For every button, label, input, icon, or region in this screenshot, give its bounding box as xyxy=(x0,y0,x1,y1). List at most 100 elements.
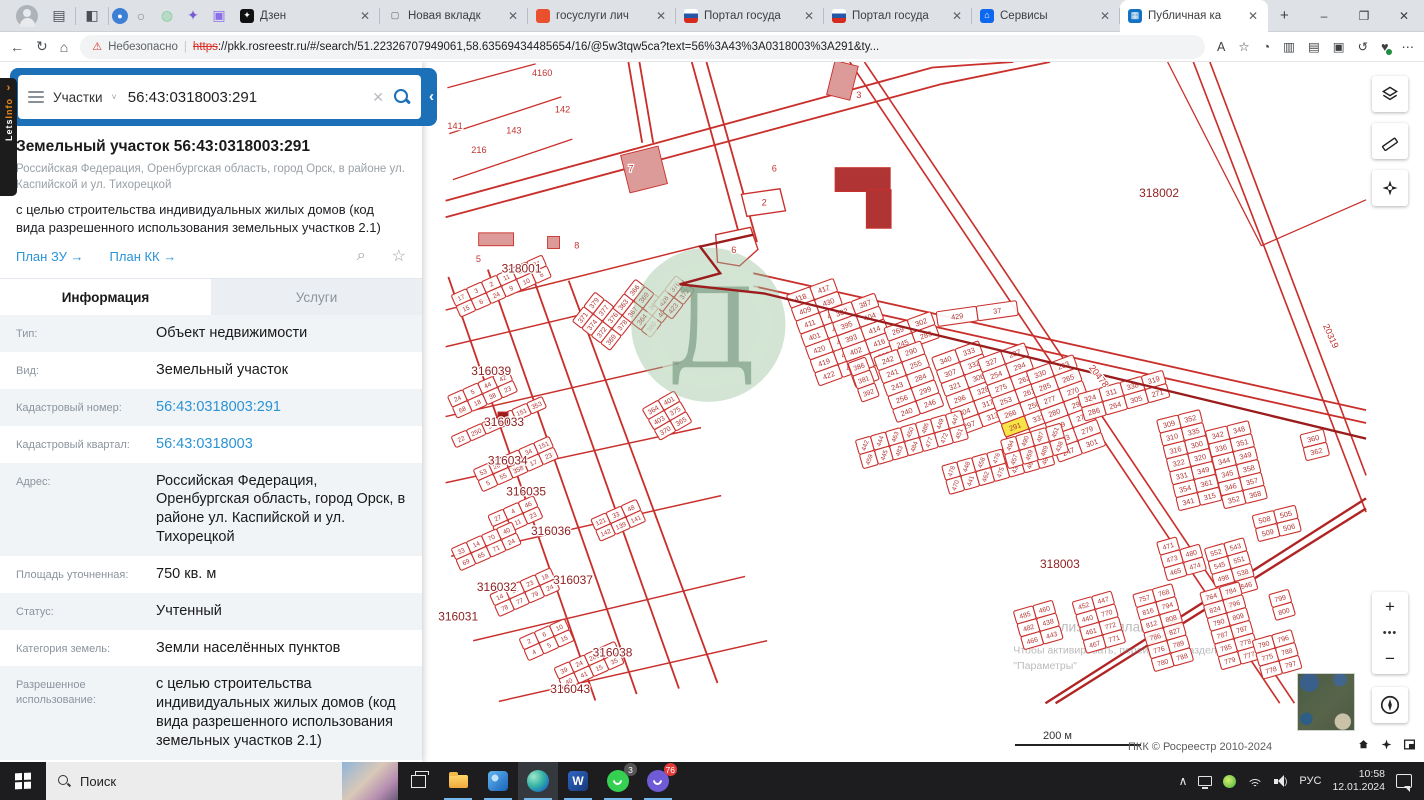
plan-zu-link[interactable]: План ЗУ → xyxy=(16,249,84,264)
history-icon[interactable]: ↺ xyxy=(1358,39,1368,54)
browser-tab-5[interactable]: Портал госуда ✕ xyxy=(824,0,972,32)
layers-button[interactable] xyxy=(1372,76,1408,112)
circle-icon[interactable]: ○ xyxy=(128,3,154,29)
home-map-icon[interactable] xyxy=(1357,738,1370,751)
search-input[interactable] xyxy=(125,87,364,107)
browser-tab-1[interactable]: ✦ Дзен ✕ xyxy=(232,0,380,32)
zoom-in-button[interactable]: + xyxy=(1372,592,1408,622)
url-scheme: https xyxy=(192,40,218,53)
favorite-icon[interactable]: ☆ xyxy=(1238,39,1249,54)
file-explorer-button[interactable] xyxy=(438,762,478,800)
chevron-down-icon[interactable]: ˅ xyxy=(112,92,117,102)
search-category[interactable]: Участки xyxy=(53,90,103,105)
dzen-favicon-icon: ✦ xyxy=(240,8,254,23)
zoom-out-button[interactable]: − xyxy=(1372,644,1408,674)
tab-close-icon[interactable]: ✕ xyxy=(506,9,520,23)
menu-icon[interactable] xyxy=(28,88,44,106)
split-screen-icon[interactable]: ▥ xyxy=(1283,39,1295,54)
sidebar-icon[interactable]: ◧ xyxy=(79,3,105,29)
word-button[interactable]: W xyxy=(558,762,598,800)
display-icon[interactable] xyxy=(1198,776,1213,789)
loop-icon[interactable]: ◍ xyxy=(154,3,180,29)
info-row-label: Кадастровый номер: xyxy=(16,401,122,414)
info-row-value[interactable]: 56:43:0318003:291 xyxy=(156,398,406,417)
task-view-button[interactable] xyxy=(398,762,438,800)
map-label: 316036 xyxy=(531,524,571,538)
info-row: Адрес: Российская Федерация, Оренбургская… xyxy=(0,462,422,556)
minimize-button[interactable]: – xyxy=(1304,0,1344,32)
taskbar-search[interactable]: Поиск xyxy=(46,762,342,800)
browser-tab-6[interactable]: ⌂ Сервисы ✕ xyxy=(972,0,1120,32)
start-button[interactable] xyxy=(0,762,46,800)
preview-icon[interactable]: ⌕ xyxy=(357,247,366,265)
globe-icon[interactable]: ● xyxy=(112,7,128,24)
zoom-levels-button[interactable]: ••• xyxy=(1372,622,1408,644)
letsinfo-ribbon[interactable]: › LetsInfo xyxy=(0,78,17,196)
essentials-icon[interactable]: ♥ xyxy=(1381,40,1393,55)
tray-chevron-icon[interactable]: ∧ xyxy=(1179,774,1188,788)
copilot-icon[interactable]: ◔ xyxy=(1263,40,1271,54)
search-icon xyxy=(57,774,71,788)
back-icon[interactable]: ← xyxy=(10,39,24,55)
clock[interactable]: 10:58 12.01.2024 xyxy=(1332,768,1385,794)
profile-avatar-icon[interactable] xyxy=(16,4,38,27)
browser-tab-2[interactable]: ▢ Новая вкладк ✕ xyxy=(380,0,528,32)
browser-tab-7[interactable]: ▦ Публичная ка ✕ xyxy=(1120,0,1268,32)
tab-close-icon[interactable]: ✕ xyxy=(802,9,816,23)
tab-close-icon[interactable]: ✕ xyxy=(358,9,372,23)
panel-tab-information[interactable]: Информация xyxy=(0,279,211,316)
panel-tab-services[interactable]: Услуги xyxy=(211,279,422,316)
wifi-icon[interactable] xyxy=(1247,775,1264,787)
close-button[interactable]: ✕ xyxy=(1384,0,1424,32)
compass-button[interactable] xyxy=(1372,687,1408,723)
minimap-toggle-icon[interactable] xyxy=(1403,738,1416,751)
parcel-subtitle: Российская Федерация, Оренбургская облас… xyxy=(16,163,405,191)
browser-tab-3[interactable]: госуслуги лич ✕ xyxy=(528,0,676,32)
antivirus-icon[interactable] xyxy=(1223,774,1237,788)
whatsapp-button[interactable]: 3 xyxy=(598,762,638,800)
spark-icon[interactable]: ✦ xyxy=(180,3,206,29)
search-bar: Участки ˅ ✕ ‹ xyxy=(10,68,437,126)
clear-icon[interactable]: ✕ xyxy=(372,89,384,106)
edge-button[interactable] xyxy=(518,762,558,800)
collapse-panel-icon[interactable]: ‹ xyxy=(429,88,434,105)
tab-close-icon[interactable]: ✕ xyxy=(1098,9,1112,23)
newtab-favicon-icon: ▢ xyxy=(390,10,400,20)
browser-tab-strip: ▤ ◧ ● ○ ◍ ✦ ▣ ✦ Дзен ✕ ▢ Новая вкладк ✕ госуслу… xyxy=(0,0,1424,32)
ribbon-brand: LetsInfo xyxy=(3,98,14,142)
collections-icon[interactable]: ▤ xyxy=(1308,39,1320,54)
info-row-value: 750 кв. м xyxy=(156,565,217,582)
language-indicator[interactable]: РУС xyxy=(1299,775,1321,787)
tab-close-icon[interactable]: ✕ xyxy=(1246,9,1260,23)
tab-close-icon[interactable]: ✕ xyxy=(950,9,964,23)
collections-icon[interactable]: ▤ xyxy=(46,3,72,29)
speaker-icon[interactable]: ) xyxy=(1274,775,1288,787)
search-icon[interactable] xyxy=(393,88,411,106)
tab-close-icon[interactable]: ✕ xyxy=(654,9,668,23)
home-icon[interactable]: ⌂ xyxy=(60,39,68,55)
browser-tab-4[interactable]: Портал госуда ✕ xyxy=(676,0,824,32)
system-tray: ∧ ) РУС 10:58 12.01.2024 xyxy=(1179,762,1424,800)
locate-button[interactable] xyxy=(1372,170,1408,206)
restore-button[interactable]: ❐ xyxy=(1344,0,1384,32)
info-row-value[interactable]: 56:43:0318003 xyxy=(156,435,406,454)
new-tab-button[interactable]: + xyxy=(1268,7,1301,24)
photos-button[interactable] xyxy=(478,762,518,800)
minimap-thumbnail[interactable] xyxy=(1297,673,1355,731)
copy-icon[interactable]: ▣ xyxy=(1333,39,1345,54)
map-label: 316033 xyxy=(484,415,524,429)
widgets-thumbnail[interactable] xyxy=(342,762,398,800)
refresh-icon[interactable]: ↻ xyxy=(36,38,48,55)
phone-app-button[interactable]: 76 xyxy=(638,762,678,800)
measure-button[interactable] xyxy=(1372,123,1408,159)
star-map-icon[interactable] xyxy=(1380,738,1393,751)
read-aloud-icon[interactable]: A xyxy=(1217,40,1225,54)
plan-kk-link[interactable]: План КК → xyxy=(110,249,177,264)
tab-label: госуслуги лич xyxy=(556,9,629,22)
action-center-icon[interactable] xyxy=(1396,774,1412,792)
star-icon[interactable]: ☆ xyxy=(392,246,406,266)
info-row-label: Площадь уточненная: xyxy=(16,568,129,581)
apps-icon[interactable]: ▣ xyxy=(206,3,232,29)
more-icon[interactable]: ⋯ xyxy=(1402,39,1415,54)
address-bar[interactable]: ⚠ Небезопасно | https://pkk.rosreestr.ru… xyxy=(80,34,1206,59)
